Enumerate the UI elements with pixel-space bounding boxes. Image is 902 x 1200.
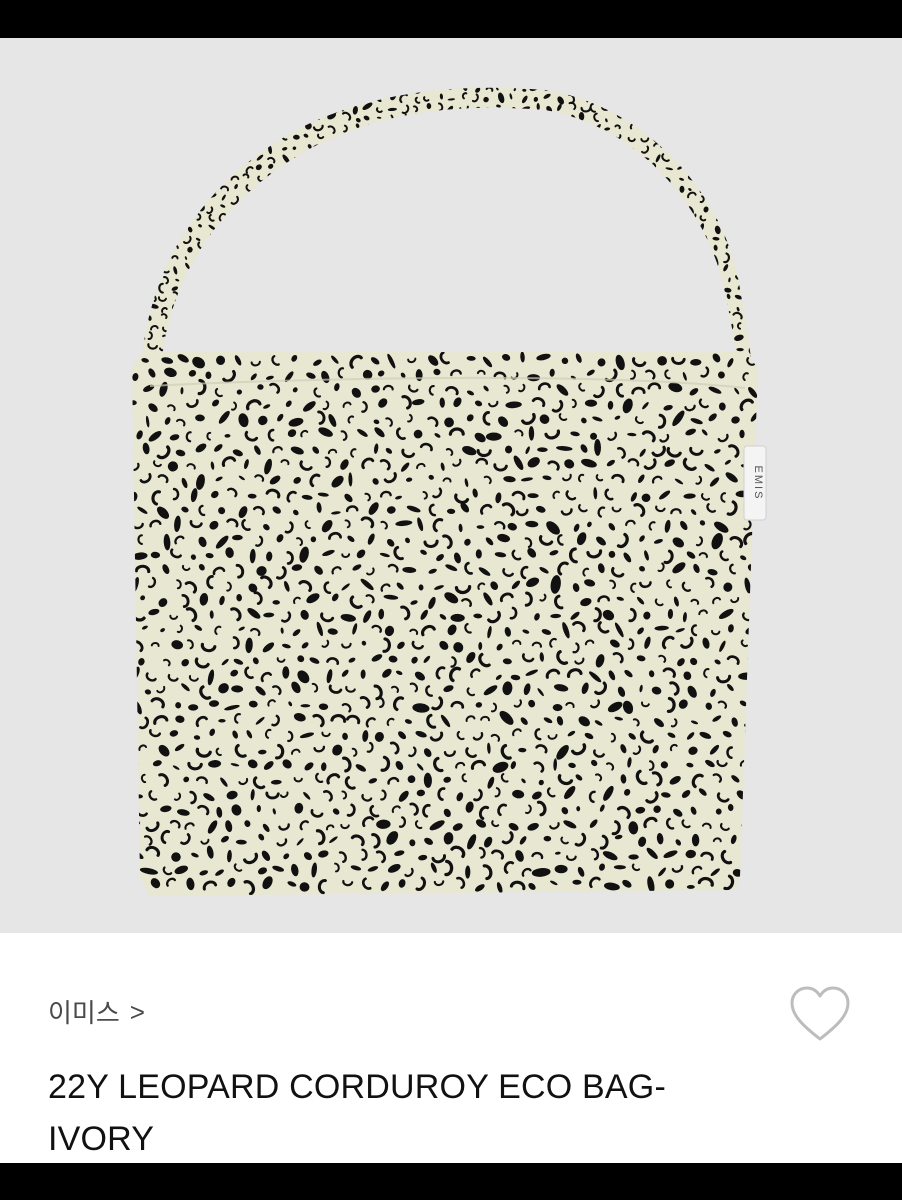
brand-link[interactable]: 이미스 > [48, 993, 145, 1030]
leopard-bag-illustration: EMIS [132, 87, 767, 896]
home-indicator-bar [0, 1163, 902, 1200]
product-info: 이미스 > 22Y LEOPARD CORDUROY ECO BAG-IVORY [0, 933, 902, 1163]
wishlist-button[interactable] [788, 985, 852, 1045]
heart-icon [790, 986, 850, 1041]
brand-name[interactable]: 이미스 [48, 993, 120, 1030]
chevron-right-icon: > [129, 996, 145, 1027]
emis-label-text: EMIS [752, 466, 764, 501]
product-image[interactable]: EMIS [0, 38, 902, 933]
bag-strap [142, 87, 752, 365]
emis-label-tag: EMIS [743, 445, 767, 521]
product-title: 22Y LEOPARD CORDUROY ECO BAG-IVORY [48, 1068, 666, 1158]
status-bar [0, 0, 902, 38]
